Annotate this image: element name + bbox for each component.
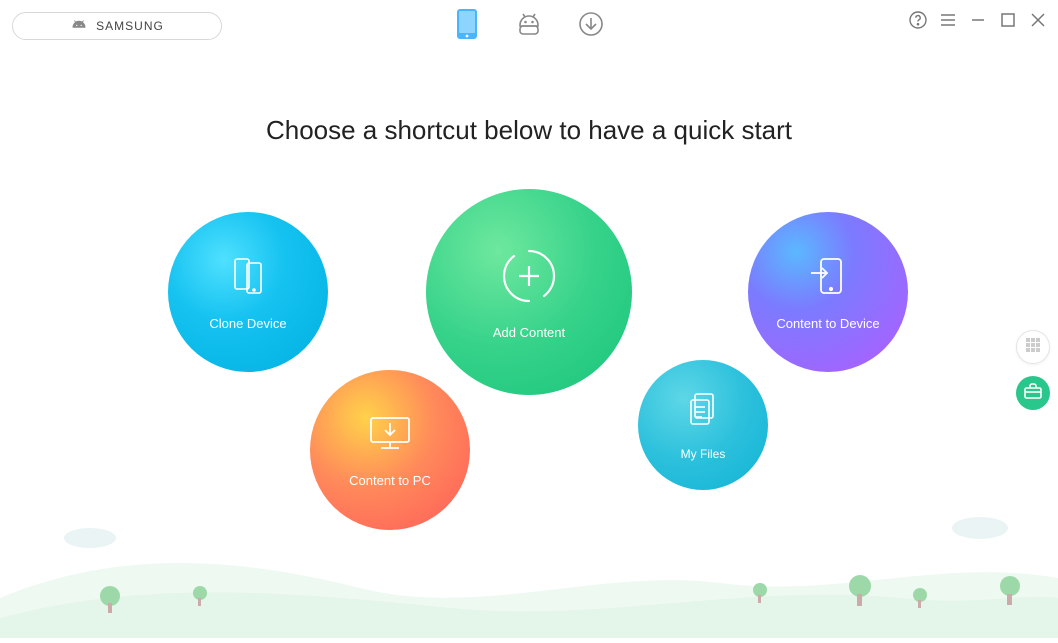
help-button[interactable] <box>908 12 928 32</box>
device-selector[interactable]: SAMSUNG <box>12 12 222 40</box>
shortcut-label: Content to Device <box>776 316 879 331</box>
shortcut-content-to-device[interactable]: Content to Device <box>748 212 908 372</box>
content-to-pc-icon <box>365 412 415 461</box>
shortcut-label: Add Content <box>493 325 565 340</box>
close-icon <box>1031 13 1045 32</box>
shortcut-my-files[interactable]: My Files <box>638 360 768 490</box>
maximize-button[interactable] <box>998 12 1018 32</box>
download-icon <box>578 11 604 42</box>
clone-device-icon <box>225 253 271 304</box>
side-tabs <box>1016 330 1050 410</box>
minimize-button[interactable] <box>968 12 988 32</box>
toolbox-icon <box>1024 383 1042 404</box>
nav-android-button[interactable] <box>516 10 542 42</box>
content-to-device-icon <box>805 253 851 304</box>
help-icon <box>909 11 927 34</box>
android-outline-icon <box>515 12 543 41</box>
side-tab-grid[interactable] <box>1016 330 1050 364</box>
close-button[interactable] <box>1028 12 1048 32</box>
shortcut-clone-device[interactable]: Clone Device <box>168 212 328 372</box>
device-label: SAMSUNG <box>96 19 164 33</box>
shortcut-content-to-pc[interactable]: Content to PC <box>310 370 470 530</box>
phone-icon <box>456 8 478 45</box>
window-controls <box>908 12 1048 32</box>
side-tab-toolbox[interactable] <box>1016 376 1050 410</box>
minimize-icon <box>971 13 985 32</box>
toolbar: SAMSUNG <box>0 0 1058 50</box>
android-icon <box>70 19 88 34</box>
center-nav <box>454 10 604 42</box>
shortcut-label: Content to PC <box>349 473 431 488</box>
nav-download-button[interactable] <box>578 10 604 42</box>
menu-button[interactable] <box>938 12 958 32</box>
menu-icon <box>940 12 956 33</box>
maximize-icon <box>1001 13 1015 32</box>
shortcut-label: My Files <box>681 447 726 461</box>
landscape-decor <box>0 498 1058 638</box>
my-files-icon <box>683 390 723 435</box>
page-title: Choose a shortcut below to have a quick … <box>0 115 1058 146</box>
nav-phone-button[interactable] <box>454 10 480 42</box>
add-content-icon <box>497 244 561 313</box>
shortcut-label: Clone Device <box>209 316 286 331</box>
shortcut-add-content[interactable]: Add Content <box>426 189 632 395</box>
grid-view-icon <box>1025 337 1041 358</box>
